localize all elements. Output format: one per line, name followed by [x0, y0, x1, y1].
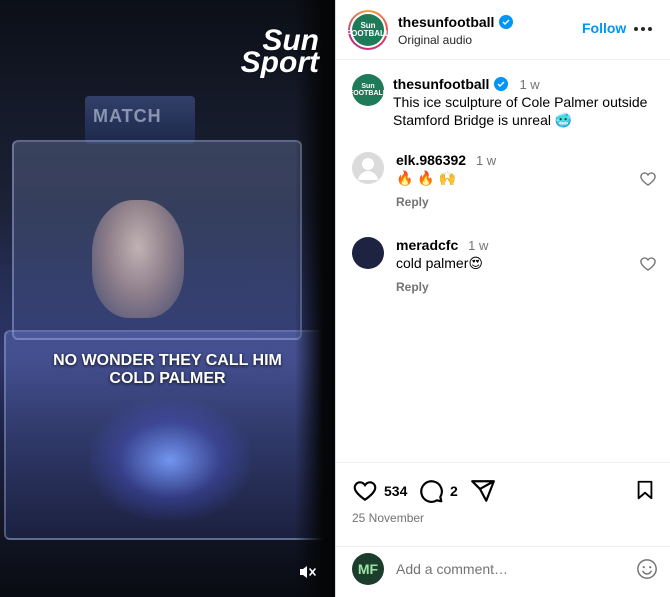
- author-username[interactable]: thesunfootball: [398, 14, 494, 30]
- comment-avatar[interactable]: [352, 152, 384, 184]
- post-actions: 534 2 25 November: [336, 462, 670, 546]
- caption-name-row: thesunfootball 1 w: [393, 76, 540, 92]
- comment-input[interactable]: [396, 557, 616, 581]
- verified-icon: [494, 77, 509, 91]
- author-avatar-logo: Sun FOOTBALL: [346, 14, 390, 46]
- instagram-post-view: MATCH Sun Sport NO WONDER THEY CALL HIM …: [0, 0, 670, 597]
- post-date[interactable]: 25 November: [352, 511, 424, 525]
- share-icon[interactable]: [470, 478, 496, 504]
- heart-icon[interactable]: [639, 170, 657, 188]
- current-user-avatar[interactable]: MF: [352, 553, 384, 585]
- sun-sport-logo: Sun Sport: [240, 26, 319, 79]
- comment-item: elk.986392 1 w 🔥 🔥 🙌 Reply: [336, 150, 670, 220]
- comment-icon[interactable]: [418, 478, 444, 504]
- comment-time[interactable]: 1 w: [476, 153, 496, 168]
- comment-username[interactable]: meradcfc: [396, 237, 458, 253]
- post-media[interactable]: MATCH Sun Sport NO WONDER THEY CALL HIM …: [0, 0, 335, 597]
- follow-button[interactable]: Follow: [582, 20, 626, 36]
- default-user-icon: [358, 158, 378, 180]
- comment-time[interactable]: 1 w: [468, 238, 488, 253]
- caption-username[interactable]: thesunfootball: [393, 76, 489, 92]
- reply-button[interactable]: Reply: [396, 280, 429, 294]
- comment-group: 2: [418, 478, 458, 504]
- comment-avatar[interactable]: [352, 237, 384, 269]
- caption-avatar[interactable]: Sun FOOTBALL: [349, 74, 387, 106]
- post-side-panel: Sun FOOTBALL thesunfootball Original aud…: [335, 0, 670, 597]
- blue-glow: [90, 400, 250, 520]
- bookmark-icon[interactable]: [634, 478, 656, 502]
- audio-label[interactable]: Original audio: [398, 33, 472, 47]
- brand-line-2: Sport: [240, 46, 319, 79]
- add-comment-bar: MF: [336, 546, 670, 597]
- video-overlay-caption: NO WONDER THEY CALL HIM COLD PALMER: [53, 352, 282, 387]
- more-icon[interactable]: [634, 20, 654, 38]
- media-edge-shadow: [295, 0, 335, 597]
- like-count[interactable]: 534: [384, 483, 407, 499]
- post-header: Sun FOOTBALL thesunfootball Original aud…: [336, 0, 670, 60]
- like-group: 534: [352, 478, 407, 504]
- author-name-row[interactable]: thesunfootball: [398, 14, 514, 30]
- heart-icon[interactable]: [639, 255, 657, 273]
- match-card-text: MATCH: [93, 106, 162, 126]
- heart-icon[interactable]: [352, 478, 378, 504]
- share-group: [470, 478, 496, 504]
- comment-item: meradcfc 1 w cold palmer😍 Reply: [336, 235, 670, 305]
- sculpture-face: [92, 200, 184, 318]
- mute-button[interactable]: [296, 561, 320, 583]
- verified-icon: [499, 15, 514, 29]
- comment-name-row: elk.986392 1 w: [396, 152, 496, 168]
- comment-text: cold palmer😍: [396, 255, 483, 271]
- caption-time[interactable]: 1 w: [519, 77, 539, 92]
- caption-text: This ice sculpture of Cole Palmer outsid…: [393, 94, 648, 128]
- comment-username[interactable]: elk.986392: [396, 152, 466, 168]
- author-avatar[interactable]: Sun FOOTBALL: [346, 10, 390, 50]
- emoji-icon[interactable]: [636, 558, 658, 580]
- comment-count[interactable]: 2: [450, 483, 458, 499]
- reply-button[interactable]: Reply: [396, 195, 429, 209]
- comment-text: 🔥 🔥 🙌: [396, 170, 457, 186]
- mute-icon: [300, 566, 316, 578]
- match-card: MATCH: [85, 96, 195, 144]
- comment-name-row: meradcfc 1 w: [396, 237, 488, 253]
